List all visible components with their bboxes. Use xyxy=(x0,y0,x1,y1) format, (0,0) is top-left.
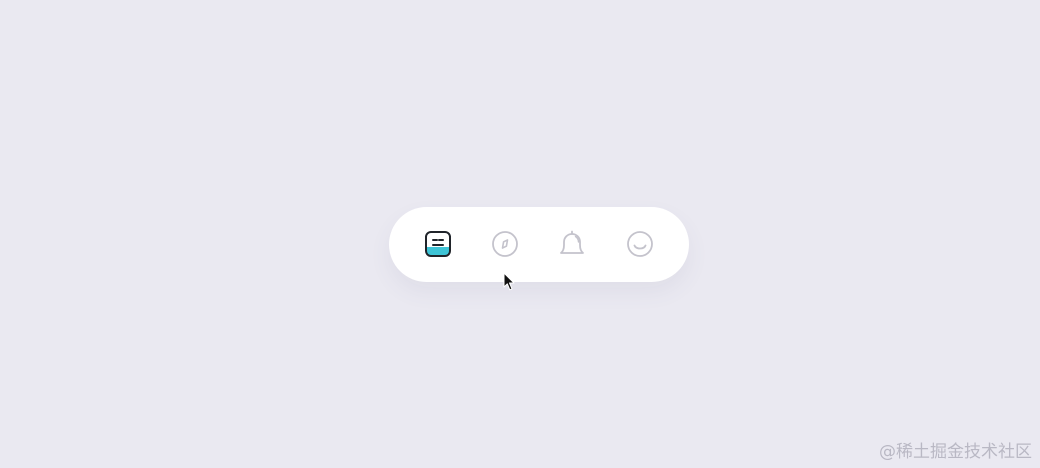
notes-face-icon xyxy=(424,230,452,258)
tab-bar xyxy=(389,207,689,282)
watermark-text: @稀土掘金技术社区 xyxy=(879,442,1032,462)
tab-notes[interactable] xyxy=(423,229,453,259)
bell-icon xyxy=(558,230,586,258)
tab-compass[interactable] xyxy=(490,229,520,259)
tab-profile[interactable] xyxy=(625,229,655,259)
compass-icon xyxy=(491,230,519,258)
tab-notifications[interactable] xyxy=(557,229,587,259)
smile-icon xyxy=(626,230,654,258)
mouse-cursor-icon xyxy=(503,272,515,292)
